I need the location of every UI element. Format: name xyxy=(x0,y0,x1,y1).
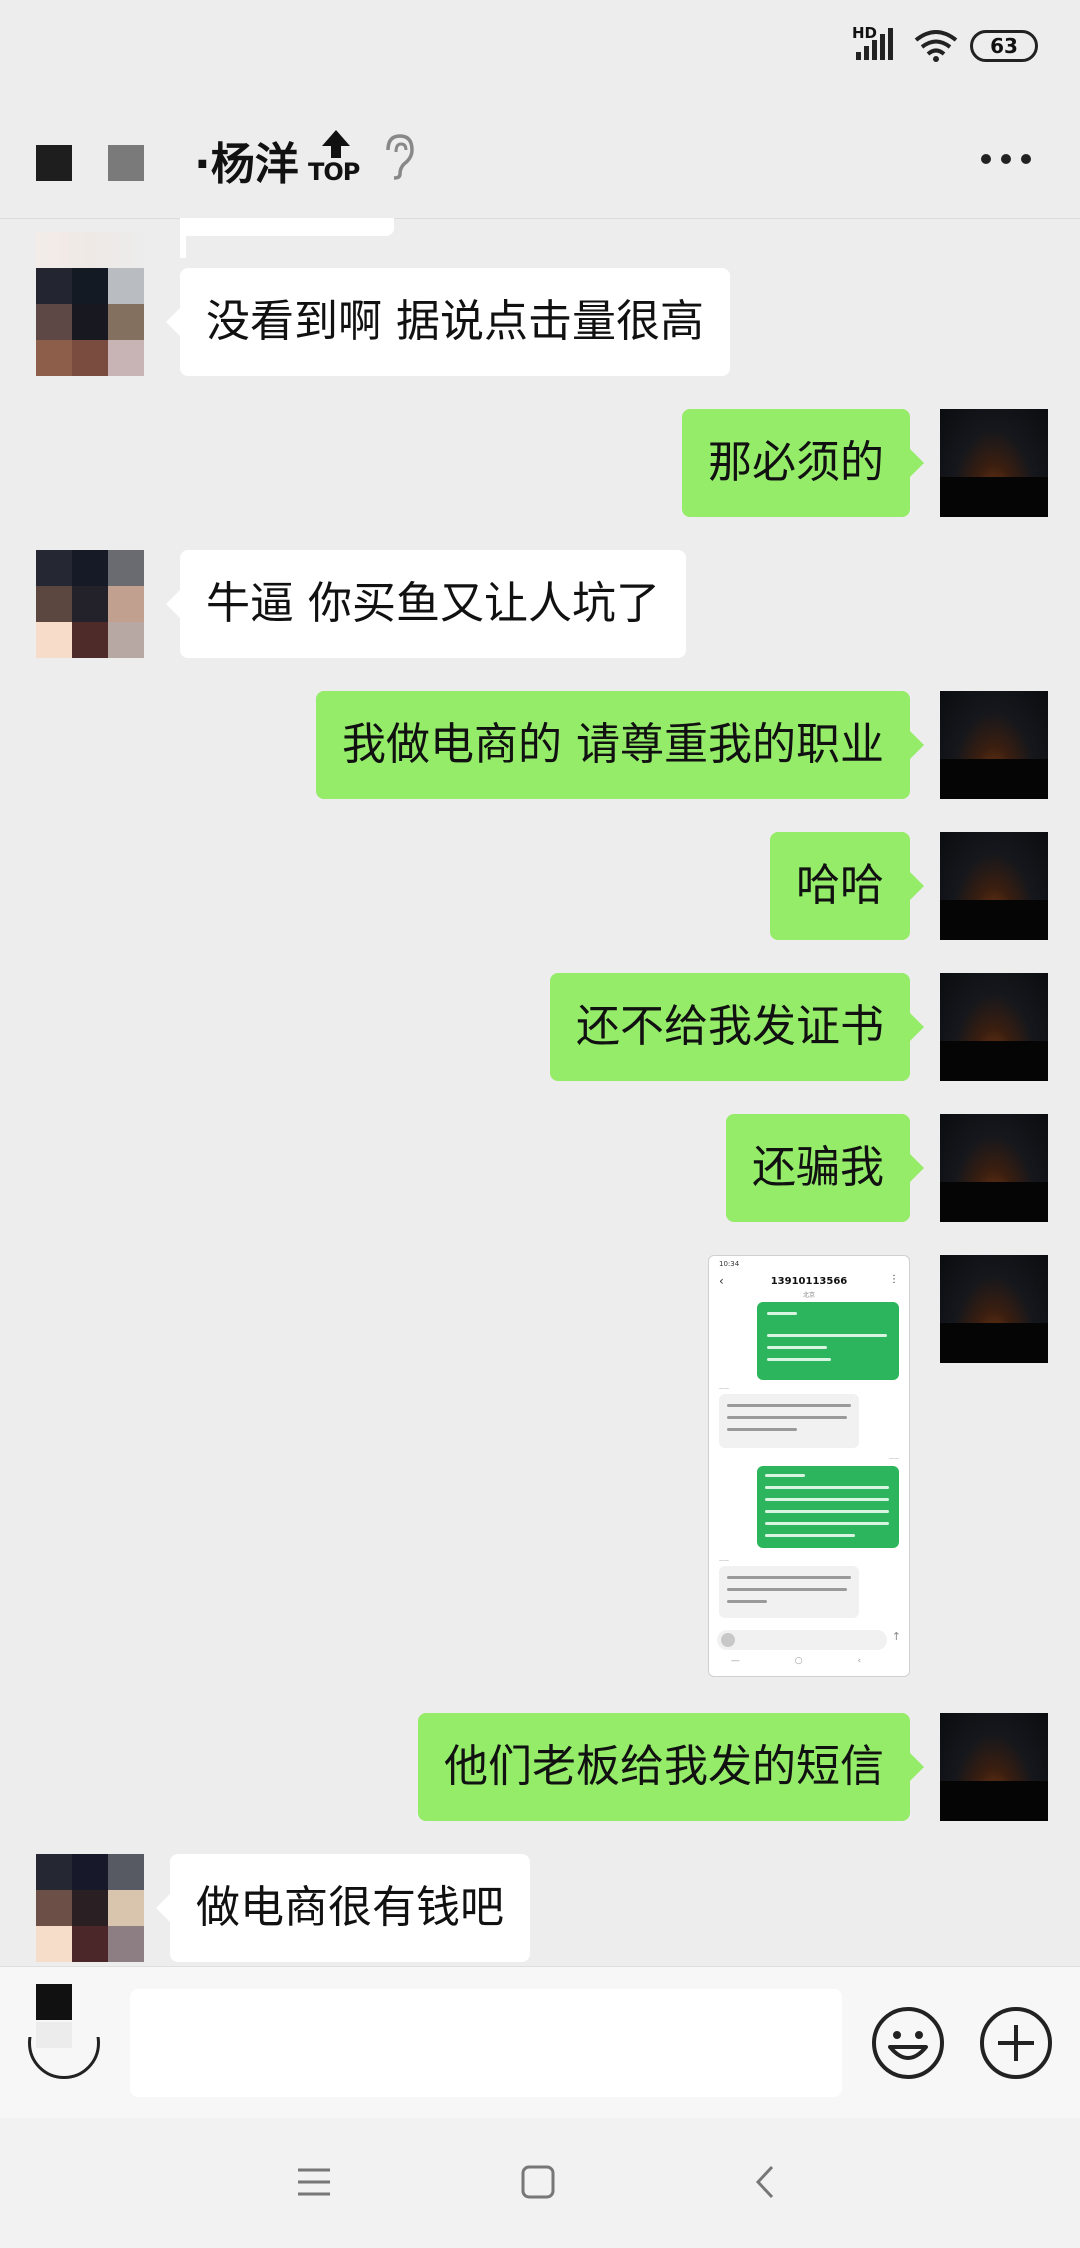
signal-icon xyxy=(856,28,893,60)
back-button-mosaic[interactable] xyxy=(36,145,72,181)
top-badge: TOP xyxy=(308,128,362,188)
menu-icon[interactable] xyxy=(296,2164,332,2200)
message-bubble[interactable]: 做电商很有钱吧 xyxy=(156,1854,530,1962)
message-bubble[interactable]: 我做电商的 请尊重我的职业 xyxy=(316,691,924,799)
message-bubble[interactable]: 那必须的 xyxy=(682,409,924,517)
battery-level: 63 xyxy=(990,34,1018,58)
system-nav-bar xyxy=(0,2118,1080,2248)
chat-message-list[interactable]: 没看到啊 据说点击量很高 那必须的 牛逼 你买鱼又让人坑了 我做电商的 请尊重我… xyxy=(0,218,1080,1966)
my-avatar[interactable] xyxy=(940,1713,1048,1821)
screenshot-sms-out xyxy=(757,1302,899,1380)
my-avatar[interactable] xyxy=(940,409,1048,517)
wifi-icon xyxy=(914,30,958,62)
screenshot-input xyxy=(717,1630,887,1650)
screenshot-plus-icon xyxy=(721,1633,735,1647)
screenshot-stamp: —— xyxy=(719,1386,729,1392)
my-avatar[interactable] xyxy=(940,691,1048,799)
message-bubble[interactable]: 还骗我 xyxy=(726,1114,924,1222)
screenshot-stamp: —— xyxy=(719,1558,729,1564)
screenshot-subtitle: 北京 xyxy=(802,1292,815,1299)
status-bar: HD 63 xyxy=(0,0,1080,100)
chat-title: ·杨洋 xyxy=(194,139,299,190)
home-icon[interactable] xyxy=(520,2164,556,2200)
screenshot-time: 10:34 xyxy=(719,1260,740,1268)
screenshot-sms-in xyxy=(719,1566,859,1618)
message-bubble[interactable]: 他们老板给我发的短信 xyxy=(418,1713,924,1821)
sms-screenshot-image[interactable]: 10:34 ‹ 13910113566 北京 ⋮ —— —— —— ↑ — ○ … xyxy=(708,1255,910,1677)
message-bubble[interactable]: 牛逼 你买鱼又让人坑了 xyxy=(166,550,686,658)
chat-header: ·杨洋 TOP xyxy=(0,100,1080,219)
message-bubble[interactable]: 没看到啊 据说点击量很高 xyxy=(166,268,730,376)
my-avatar[interactable] xyxy=(940,1114,1048,1222)
screenshot-sms-out xyxy=(757,1466,899,1548)
contact-avatar[interactable] xyxy=(36,268,144,376)
contact-avatar[interactable] xyxy=(36,1854,144,1962)
message-bubble[interactable]: 还不给我发证书 xyxy=(550,973,924,1081)
previous-message-edge xyxy=(180,218,186,258)
voice-icon-mosaic-light xyxy=(36,2022,72,2048)
screenshot-sms-in xyxy=(719,1394,859,1448)
my-avatar[interactable] xyxy=(940,1255,1048,1363)
arrow-up-icon xyxy=(322,130,350,158)
contact-avatar[interactable] xyxy=(36,550,144,658)
screenshot-send-icon: ↑ xyxy=(891,1630,901,1643)
screenshot-stamp: —— xyxy=(889,1456,899,1462)
previous-message-fragment xyxy=(180,218,394,236)
message-input[interactable] xyxy=(130,1989,842,2097)
battery-icon: 63 xyxy=(970,30,1038,62)
unread-badge-mosaic xyxy=(108,145,144,181)
more-icon[interactable] xyxy=(976,152,1036,166)
input-bar xyxy=(0,1966,1080,2119)
plus-icon[interactable] xyxy=(978,2005,1054,2081)
message-bubble[interactable]: 哈哈 xyxy=(770,832,924,940)
ear-icon xyxy=(386,134,414,180)
screenshot-menu-icon: ⋮ xyxy=(889,1274,899,1285)
top-badge-label: TOP xyxy=(308,158,360,186)
my-avatar[interactable] xyxy=(940,832,1048,940)
back-icon[interactable] xyxy=(750,2164,780,2200)
voice-icon-mosaic xyxy=(36,1984,72,2020)
screenshot-navbar: — ○ ‹ xyxy=(730,1656,888,1666)
emoji-icon[interactable] xyxy=(870,2005,946,2081)
contact-avatar-top-fragment xyxy=(36,232,144,268)
screenshot-phone-number: 13910113566 xyxy=(770,1276,848,1287)
my-avatar[interactable] xyxy=(940,973,1048,1081)
